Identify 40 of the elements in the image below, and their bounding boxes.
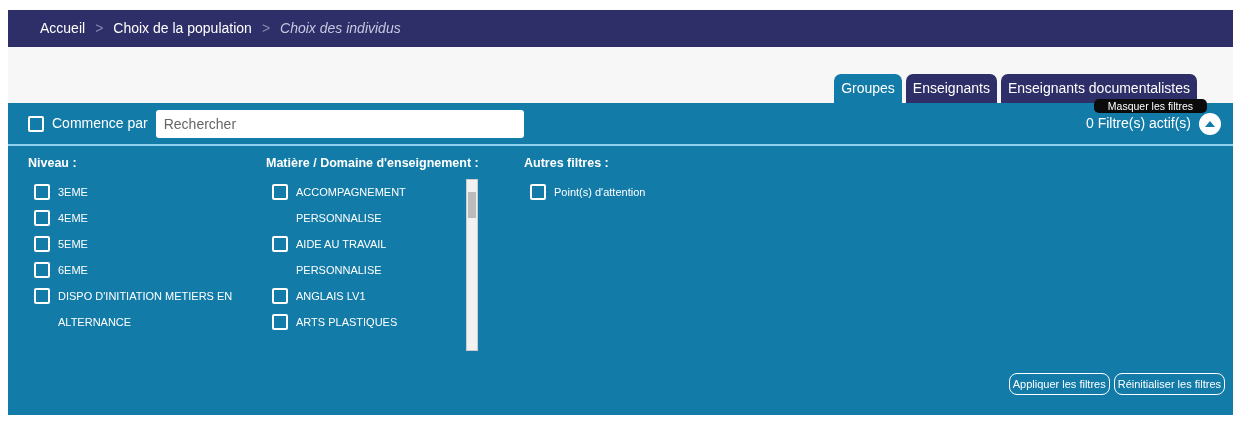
scrollbar[interactable] — [466, 178, 478, 351]
caret-up-icon — [1205, 120, 1215, 127]
checkbox-label: ANGLAIS LV1 — [296, 288, 366, 304]
checkbox-label: 5EME — [58, 236, 88, 252]
checkbox[interactable] — [34, 261, 50, 278]
checkbox[interactable] — [272, 287, 288, 304]
checkbox-label: Point(s) d'attention — [554, 184, 646, 200]
collapse-filters-button[interactable] — [1199, 112, 1221, 135]
checkbox[interactable] — [34, 209, 50, 226]
tab[interactable]: Enseignants — [905, 74, 997, 103]
checkbox[interactable] — [34, 235, 50, 252]
filter-group-title: Matière / Domaine d'enseignement : — [266, 155, 480, 172]
filter-button[interactable]: Réinitialiser les filtres — [1113, 372, 1225, 395]
checkbox-label: Commence par — [52, 114, 148, 133]
search-field[interactable]: Rechercher — [155, 109, 524, 138]
breadcrumb-separator: > — [261, 19, 271, 38]
checkbox[interactable] — [34, 183, 50, 200]
filter-button[interactable]: Appliquer les filtres — [1008, 372, 1110, 395]
tab[interactable]: Enseignants documentalistes — [1000, 74, 1197, 103]
checkbox[interactable] — [272, 313, 288, 330]
checkbox[interactable] — [272, 235, 288, 252]
checkbox-label: ACCOMPAGNEMENT PERSONNALISE — [296, 184, 407, 226]
active-filters-count: 0 Filtre(s) actif(s) — [1086, 114, 1191, 133]
filter-group-title: Autres filtres : — [524, 155, 610, 172]
breadcrumb-link[interactable]: Accueil — [40, 18, 86, 39]
checkbox-label: AIDE AU TRAVAIL PERSONNALISE — [296, 236, 388, 278]
checkbox-label: DISPO D'INITIATION METIERS EN ALTERNANCE — [58, 288, 234, 330]
checkbox-label: 4EME — [58, 210, 88, 226]
breadcrumb-link[interactable]: Choix de la population — [113, 18, 252, 39]
filter-group-title: Niveau : — [28, 155, 78, 172]
checkbox[interactable] — [272, 183, 288, 200]
checkbox[interactable] — [530, 183, 546, 200]
checkbox[interactable] — [34, 287, 50, 304]
checkbox-label: 3EME — [58, 184, 88, 200]
checkbox-label: 6EME — [58, 262, 88, 278]
tooltip: Masquer les filtres — [1093, 99, 1207, 113]
checkbox[interactable] — [28, 115, 44, 132]
tab[interactable]: Groupes — [834, 74, 902, 103]
checkbox-label: ARTS PLASTIQUES — [296, 314, 398, 330]
breadcrumb-separator: > — [95, 19, 104, 38]
